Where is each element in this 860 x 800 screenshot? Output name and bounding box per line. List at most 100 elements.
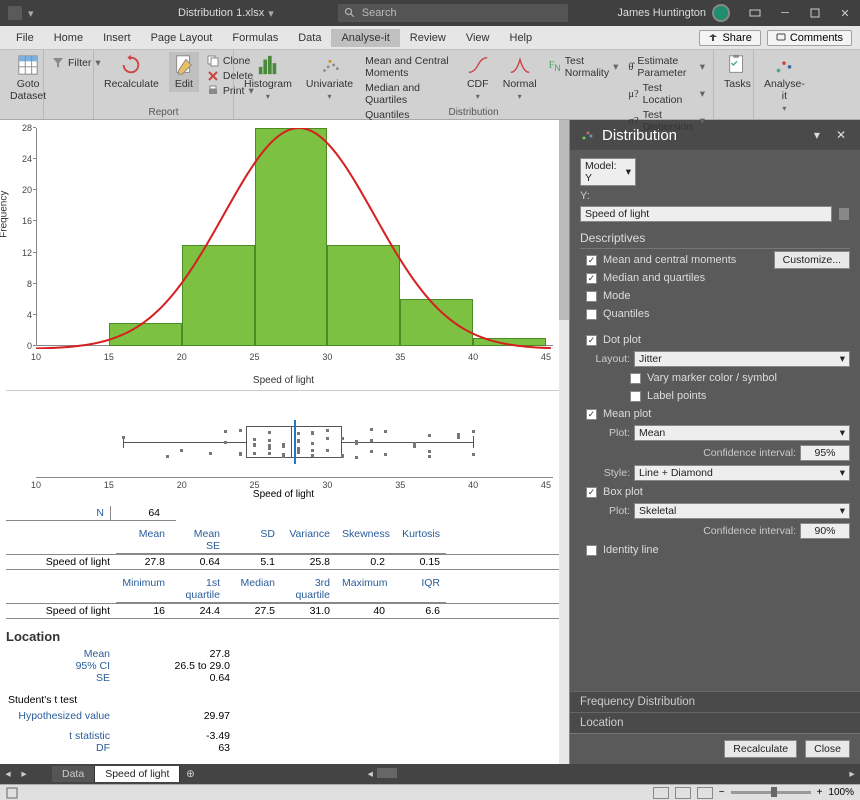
tab-home[interactable]: Home: [44, 29, 93, 47]
tab-help[interactable]: Help: [500, 29, 543, 47]
y-tick: 8: [14, 279, 32, 289]
median-quartiles-button[interactable]: Median and Quartiles: [363, 81, 457, 107]
chk-quantiles[interactable]: [586, 309, 597, 320]
univariate-button[interactable]: Univariate▾: [302, 52, 357, 103]
user-area[interactable]: James Huntington: [617, 4, 730, 22]
view-normal[interactable]: [653, 787, 669, 799]
tab-review[interactable]: Review: [400, 29, 456, 47]
filename-dropdown[interactable]: ▾: [264, 7, 278, 20]
sheet-speed-of-light[interactable]: Speed of light: [95, 766, 180, 782]
stat-n-value: 64: [111, 506, 166, 520]
chk-mean-moments[interactable]: ✓: [586, 255, 597, 266]
estimate-parameter-button[interactable]: θ̂Estimate Parameter▾: [626, 54, 707, 80]
customize-button[interactable]: Customize...: [774, 251, 850, 269]
loc-ci-v: 26.5 to 29.0: [116, 660, 236, 672]
chk-meanplot[interactable]: ✓: [586, 409, 597, 420]
ci95-input[interactable]: 95%: [800, 445, 850, 461]
chk-dotplot[interactable]: ✓: [586, 335, 597, 346]
lbl-ci1: Confidence interval:: [634, 447, 796, 459]
hscroll-left[interactable]: ◂: [368, 768, 373, 780]
chk-median-quartiles[interactable]: ✓: [586, 273, 597, 284]
edit-button[interactable]: Edit: [169, 52, 199, 92]
recalculate-icon: [120, 54, 142, 76]
sheet-data[interactable]: Data: [52, 766, 95, 782]
close-button[interactable]: ✕: [830, 0, 860, 26]
model-dropdown[interactable]: Model: Y▾: [580, 158, 636, 186]
record-macro-icon[interactable]: [6, 787, 18, 799]
tab-view[interactable]: View: [456, 29, 500, 47]
section-location[interactable]: Location: [570, 712, 860, 733]
tab-file[interactable]: File: [6, 29, 44, 47]
comments-button[interactable]: Comments: [767, 30, 852, 46]
cdf-button[interactable]: CDF▾: [463, 52, 493, 103]
ci90-input[interactable]: 90%: [800, 523, 850, 539]
chk-identity[interactable]: [586, 545, 597, 556]
stat-header: Maximum: [336, 576, 391, 603]
hscroll-right[interactable]: ▸: [844, 768, 860, 780]
boxplot-dropdown[interactable]: Skeletal▾: [634, 503, 850, 519]
normal-button[interactable]: Normal▾: [499, 52, 541, 103]
panel-close-footer-button[interactable]: Close: [805, 740, 850, 758]
recalculate-button[interactable]: Recalculate: [100, 52, 163, 92]
chk-vary-marker[interactable]: [630, 373, 641, 384]
meanplot-dropdown[interactable]: Mean▾: [634, 425, 850, 441]
view-pagebreak[interactable]: [697, 787, 713, 799]
view-layout[interactable]: [675, 787, 691, 799]
panel-close-button[interactable]: ✕: [832, 126, 850, 144]
zoom-level[interactable]: 100%: [828, 787, 854, 798]
test-normality-button[interactable]: FNTest Normality▾: [547, 54, 621, 80]
ribbon-display-icon[interactable]: [740, 0, 770, 26]
share-button[interactable]: Share: [699, 30, 760, 46]
stat-header: SD: [226, 527, 281, 554]
zoom-in[interactable]: +: [817, 787, 823, 798]
y-field-icon[interactable]: [838, 207, 850, 221]
chk-boxplot[interactable]: ✓: [586, 487, 597, 498]
lbl-mode: Mode: [603, 290, 631, 302]
jitter-point: [311, 442, 314, 445]
histogram-bar: [473, 338, 546, 346]
zoom-slider[interactable]: [731, 791, 811, 794]
loc-ci-k: 95% CI: [6, 660, 116, 672]
analyse-it-button[interactable]: Analyse-it▾: [760, 52, 809, 115]
lbl-plot2: Plot:: [580, 505, 630, 517]
zoom-out[interactable]: −: [719, 787, 725, 798]
section-freq-dist[interactable]: Frequency Distribution: [570, 691, 860, 712]
lbl-plot1: Plot:: [580, 427, 630, 439]
layout-dropdown[interactable]: Jitter▾: [634, 351, 850, 367]
tab-formulas[interactable]: Formulas: [222, 29, 288, 47]
tab-insert[interactable]: Insert: [93, 29, 141, 47]
x-tick: 40: [468, 352, 478, 362]
ribbon-tabs: File Home Insert Page Layout Formulas Da…: [0, 26, 860, 50]
sheet-add[interactable]: ⊕: [180, 768, 200, 780]
stat-value: 40: [336, 604, 391, 618]
panel-menu-button[interactable]: ▾: [810, 126, 824, 144]
tab-data[interactable]: Data: [288, 29, 331, 47]
y-tick: 24: [14, 154, 32, 164]
loc-tstat-v: -3.49: [116, 730, 236, 742]
style-dropdown[interactable]: Line + Diamond▾: [634, 465, 850, 481]
qat-dropdown[interactable]: ▾: [28, 7, 34, 20]
minimize-button[interactable]: ─: [770, 0, 800, 26]
sheet-prev[interactable]: ◂: [0, 768, 16, 780]
tasks-button[interactable]: Tasks: [720, 52, 755, 92]
scrollbar[interactable]: [559, 120, 569, 764]
hscroll-thumb[interactable]: [377, 768, 397, 778]
panel-recalculate-button[interactable]: Recalculate: [724, 740, 797, 758]
group-distribution-label: Distribution: [234, 107, 713, 118]
jitter-point: [355, 456, 358, 459]
chk-label-points[interactable]: [630, 391, 641, 402]
tab-analyse-it[interactable]: Analyse-it: [331, 29, 399, 47]
search-box[interactable]: Search: [338, 4, 568, 22]
y-field[interactable]: Speed of light: [580, 206, 832, 222]
x-tick: 10: [31, 352, 41, 362]
test-location-button[interactable]: μ?Test Location▾: [626, 81, 707, 107]
maximize-button[interactable]: [800, 0, 830, 26]
filter-icon: [52, 57, 64, 69]
histogram-bar: [400, 299, 473, 346]
loc-df-k: DF: [6, 742, 116, 754]
mean-moments-button[interactable]: Mean and Central Moments: [363, 54, 457, 80]
histogram-button[interactable]: Histogram▾: [240, 52, 296, 103]
sheet-next[interactable]: ▸: [16, 768, 32, 780]
tab-page-layout[interactable]: Page Layout: [141, 29, 223, 47]
chk-mode[interactable]: [586, 291, 597, 302]
